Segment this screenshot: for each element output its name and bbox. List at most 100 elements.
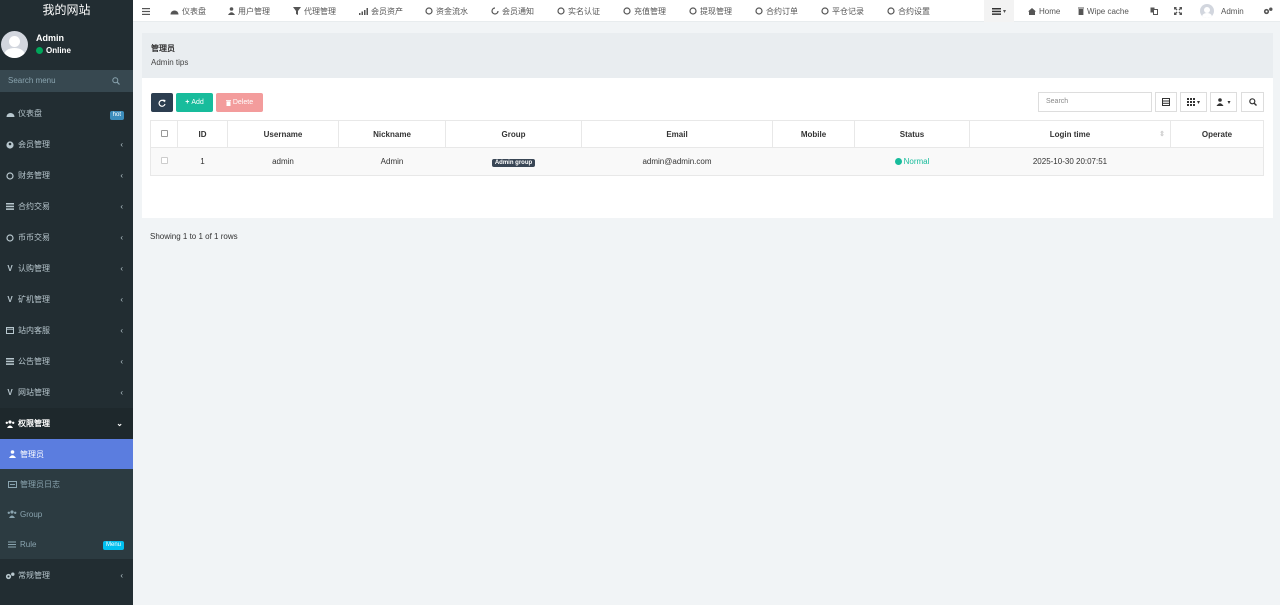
top-navbar: 仪表盘 用户管理 代理管理 会员资产 资金流水 会员通知 实名认证 充值管理 提… <box>133 0 1280 22</box>
sidebar-item-contract[interactable]: 合约交易 ‹ <box>0 191 133 222</box>
topnav-agents[interactable]: 代理管理 <box>293 0 336 22</box>
window-icon <box>5 326 15 336</box>
circle-icon <box>5 233 15 243</box>
sidebar-item-miner[interactable]: V 矿机管理 ‹ <box>0 284 133 315</box>
col-email[interactable]: Email <box>581 120 773 148</box>
col-group[interactable]: Group <box>445 120 582 148</box>
sidebar-item-general[interactable]: 常规管理 ‹ <box>0 560 133 591</box>
group-icon <box>7 509 17 519</box>
table-icon <box>1162 98 1170 106</box>
col-mobile[interactable]: Mobile <box>772 120 855 148</box>
export-user-icon <box>1216 98 1224 106</box>
circle-icon <box>425 7 433 15</box>
chevron-left-icon: ‹ <box>120 295 123 304</box>
topnav-assets[interactable]: 会员资产 <box>359 0 403 22</box>
status-dot-icon <box>894 158 902 165</box>
home-link[interactable]: Home <box>1028 0 1060 22</box>
user-icon <box>7 449 17 459</box>
admin-menu[interactable]: Admin <box>1200 0 1244 22</box>
col-username[interactable]: Username <box>227 120 339 148</box>
search-input[interactable]: Search <box>1038 92 1152 112</box>
advanced-search-button[interactable] <box>1241 92 1264 112</box>
add-button[interactable]: + Add <box>176 93 213 112</box>
topnav-member-notice[interactable]: 会员通知 <box>491 0 534 22</box>
refresh-icon <box>158 99 166 107</box>
col-id[interactable]: ID <box>177 120 228 148</box>
admin-table: ID Username Nickname Group Email Mobile … <box>150 120 1264 176</box>
chevron-left-icon: ‹ <box>120 264 123 273</box>
topnav-contract-settings[interactable]: 合约设置 <box>887 0 930 22</box>
page-tips: Admin tips <box>151 58 189 67</box>
sidebar-item-support[interactable]: 站内客服 ‹ <box>0 315 133 346</box>
list-icon <box>7 479 17 489</box>
cell-status: Normal <box>854 147 970 176</box>
columns-button[interactable]: ▾ <box>1180 92 1207 112</box>
row-checkbox[interactable] <box>150 147 178 176</box>
table-row[interactable]: 1 admin Admin Admin group admin@admin.co… <box>150 147 1264 176</box>
sidebar-item-notice[interactable]: 公告管理 ‹ <box>0 346 133 377</box>
list-icon <box>5 357 15 367</box>
col-login-time[interactable]: Login time ⇕ <box>969 120 1171 148</box>
sidebar-item-rule[interactable]: Rule Menu <box>0 529 133 559</box>
wipe-cache-button[interactable]: Wipe cache <box>1078 0 1129 22</box>
sidebar-item-admin-log[interactable]: 管理员日志 <box>0 469 133 499</box>
chevron-down-icon: ⌄ <box>116 419 123 428</box>
circle-icon <box>5 171 15 181</box>
chevron-left-icon: ‹ <box>120 171 123 180</box>
topnav-users[interactable]: 用户管理 <box>228 0 270 22</box>
circle-icon <box>755 7 763 15</box>
topnav-deposit[interactable]: 充值管理 <box>623 0 666 22</box>
table-panel: + Add Delete Search ▾ ▾ ID Username Nickn… <box>142 78 1273 241</box>
sidebar-item-website[interactable]: V 网站管理 ‹ <box>0 377 133 408</box>
export-button[interactable]: ▾ <box>1210 92 1237 112</box>
caret-down-icon: ▾ <box>1227 99 1231 106</box>
sidebar-toggle-button[interactable] <box>142 0 150 22</box>
sidebar-item-group[interactable]: Group <box>0 499 133 529</box>
circle-icon <box>887 7 895 15</box>
sidebar-item-subscribe[interactable]: V 认购管理 ‹ <box>0 253 133 284</box>
trash-icon <box>225 99 231 106</box>
sidebar-item-dashboard[interactable]: 仪表盘 hot <box>0 98 133 129</box>
sidebar-item-permission[interactable]: 权限管理 ⌄ <box>0 408 133 439</box>
avatar <box>1 31 28 58</box>
col-status[interactable]: Status <box>854 120 970 148</box>
chevron-left-icon: ‹ <box>120 202 123 211</box>
circle-icon <box>821 7 829 15</box>
topnav-kyc[interactable]: 实名认证 <box>557 0 600 22</box>
topnav-withdraw[interactable]: 提现管理 <box>689 0 732 22</box>
topnav-close-records[interactable]: 平仓记录 <box>821 0 864 22</box>
sidebar: 我的网站 Admin Online Search menu 仪表盘 hot 会员管… <box>0 0 133 605</box>
sort-icon[interactable]: ⇕ <box>1159 130 1165 138</box>
search-icon[interactable] <box>112 77 120 85</box>
topnav-contract-orders[interactable]: 合约订单 <box>755 0 798 22</box>
hamburger-icon <box>142 7 150 15</box>
caret-down-icon: ▾ <box>1196 99 1200 106</box>
cell-username: admin <box>227 147 339 176</box>
chevron-left-icon: ‹ <box>120 357 123 366</box>
sidebar-item-members[interactable]: 会员管理 ‹ <box>0 129 133 160</box>
cogs-icon <box>5 571 15 581</box>
sidebar-item-admin[interactable]: 管理员 <box>0 439 133 469</box>
sidebar-item-coin-trade[interactable]: 币币交易 ‹ <box>0 222 133 253</box>
group-icon <box>5 419 15 429</box>
user-name: Admin <box>36 33 64 43</box>
delete-button[interactable]: Delete <box>216 93 263 112</box>
caret-down-icon: ▾ <box>1003 8 1007 15</box>
settings-button[interactable] <box>1263 0 1273 22</box>
refresh-button[interactable] <box>151 93 173 112</box>
topnav-fund-flow[interactable]: 资金流水 <box>425 0 468 22</box>
content-area: 管理员 Admin tips + Add Delete Search ▾ ▾ ID… <box>142 33 1273 241</box>
nav-dropdown-button[interactable]: ▾ <box>992 0 1006 22</box>
chevron-left-icon: ‹ <box>120 233 123 242</box>
select-all-checkbox[interactable] <box>150 120 178 148</box>
language-button[interactable] <box>1150 0 1158 22</box>
sidebar-item-finance[interactable]: 财务管理 ‹ <box>0 160 133 191</box>
col-nickname[interactable]: Nickname <box>338 120 446 148</box>
toggle-view-button[interactable] <box>1155 92 1177 112</box>
topnav-dashboard[interactable]: 仪表盘 <box>170 0 206 22</box>
fullscreen-button[interactable] <box>1174 0 1182 22</box>
cogs-icon <box>1263 7 1273 15</box>
brand-logo[interactable]: 我的网站 <box>0 0 133 22</box>
search-menu-input[interactable]: Search menu <box>0 70 133 92</box>
page-title: 管理员 <box>151 44 175 53</box>
